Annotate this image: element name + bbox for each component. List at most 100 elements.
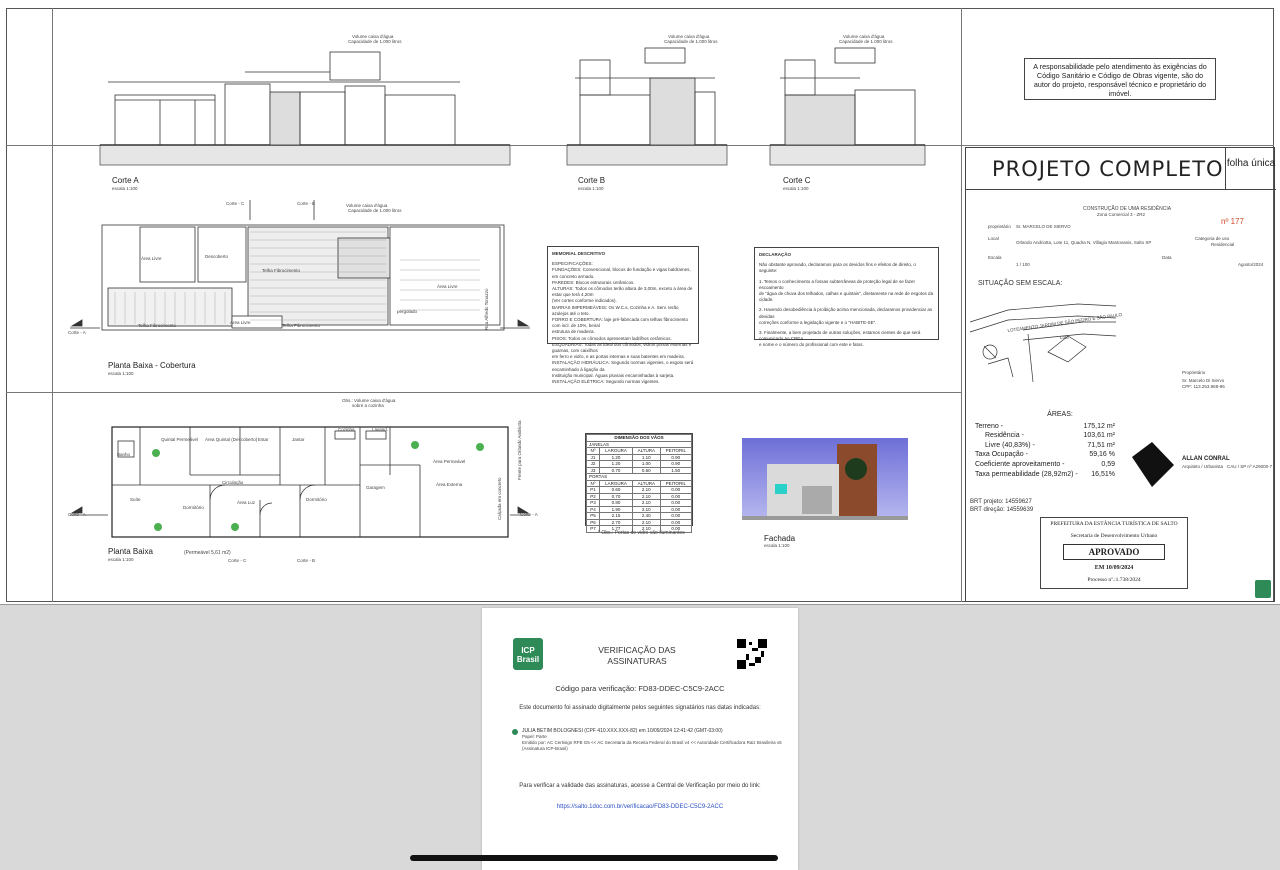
corte-a-tank-capacity: Capacidade de 1.000 litros bbox=[348, 39, 402, 44]
author-role: Arquiteto / Urbanista bbox=[1182, 464, 1224, 469]
sheet-label: folha única bbox=[1226, 148, 1276, 190]
roof-street: Rua Alfredo Tonazzo bbox=[484, 288, 489, 330]
verify-text: Para verificar a validade das assinatura… bbox=[519, 783, 761, 789]
stamp-process: Processo nº.:1.738/2024 bbox=[1087, 577, 1141, 583]
project-title: PROJETO COMPLETO bbox=[966, 148, 1226, 190]
floor-plan-title: Planta Baixa bbox=[108, 547, 153, 556]
situation-map bbox=[969, 303, 1117, 383]
area-value: 71,51 m² bbox=[1087, 441, 1115, 449]
roof-tank-capacity: Capacidade de 1.000 litros bbox=[348, 208, 402, 213]
room-label: Dormitório bbox=[183, 505, 204, 510]
room-label: Área Externa bbox=[436, 482, 463, 487]
room-label: Área Quintal (Descoberto) bbox=[205, 437, 258, 442]
divider bbox=[961, 145, 1274, 146]
declaracao-line: Não obstante aprovado, declaramos para o… bbox=[759, 262, 916, 274]
corte-a-scale: escala 1:100 bbox=[112, 186, 138, 191]
area-row: Taxa permeabilidade (28,92m2) - 16,51% bbox=[975, 470, 1115, 480]
room-label: Cozinha bbox=[338, 427, 355, 432]
room-label: Área Permeável bbox=[433, 459, 466, 464]
verification-card: ICP Brasil VERIFICAÇÃO DAS ASSINATURAS C… bbox=[482, 608, 798, 870]
area-value: 0,59 bbox=[1101, 460, 1115, 468]
floor-obs-2: sobre a cozinha bbox=[352, 403, 384, 408]
divider bbox=[6, 392, 961, 393]
area-label: Livre (40,83%) - bbox=[985, 441, 1035, 449]
fachada-window bbox=[775, 484, 787, 494]
fachada-label: Fachada bbox=[764, 534, 796, 543]
floor-calcada: Calçada em concreto bbox=[497, 477, 502, 520]
roof-label: Descoberto bbox=[205, 254, 229, 259]
declaracao-box: DECLARAÇÃO Não obstante aprovado, declar… bbox=[754, 247, 939, 347]
fachada-render bbox=[742, 438, 908, 520]
room-label: Área Luz bbox=[237, 500, 256, 505]
room-label: Garagem bbox=[366, 485, 385, 490]
category-label: Categoria de uso bbox=[1195, 236, 1230, 241]
approval-stamp: PREFEITURA DA ESTÂNCIA TURÍSTICA DE SALT… bbox=[1040, 517, 1188, 589]
room-label: Quintal Permeável bbox=[161, 437, 199, 442]
verification-code: Código para verificação: FD83-DDEC-C5C9-… bbox=[555, 684, 725, 693]
owner-sig-label: Proprietário bbox=[1182, 370, 1206, 375]
cut-marker-b-floor: Corte - B bbox=[297, 558, 316, 563]
cut-marker-a-floor: Corte - A bbox=[68, 512, 86, 517]
area-value: 59,16 % bbox=[1089, 451, 1115, 459]
signature-stamp bbox=[1122, 437, 1178, 491]
declaracao-title: DECLARAÇÃO bbox=[759, 252, 791, 257]
room-label: Dormitório bbox=[306, 497, 327, 502]
verification-intro: Este documento foi assinado digitalmente… bbox=[519, 705, 761, 711]
area-row: Taxa Ocupação - 59,16 % bbox=[975, 450, 1115, 460]
corte-c-tank-capacity: Capacidade de 1.000 litros bbox=[839, 39, 893, 44]
memorial-line: ESQUADRIAS: Todas as ideal dos cômodos, … bbox=[552, 341, 692, 354]
corte-c-scale: escala 1:100 bbox=[783, 186, 809, 191]
area-label: Taxa permeabilidade (28,92m2) - bbox=[975, 470, 1078, 478]
floor-plan-scale: escala 1:100 bbox=[108, 557, 134, 562]
roof-plan-scale: escala 1:100 bbox=[108, 371, 134, 376]
cut-marker-c: Corte - C bbox=[226, 201, 245, 206]
room-label: Lavand. bbox=[372, 427, 389, 432]
declaracao-line: correções conforme a legislação vigente … bbox=[759, 319, 877, 325]
permeable-label: (Permeável 5,61 m2) bbox=[184, 550, 231, 556]
roof-plan-drawing bbox=[70, 200, 530, 331]
fachada-scale: escala 1:100 bbox=[764, 543, 790, 548]
roof-label: Telha Fibrocimento bbox=[262, 268, 301, 273]
scale-value: 1 / 100 bbox=[1016, 262, 1030, 267]
local: Orlando Andriotta, Lote 11, Quadra N, Vi… bbox=[1016, 240, 1152, 245]
cut-marker-a: Corte - A bbox=[68, 330, 86, 335]
responsibility-note: A responsabilidade pelo atendimento às e… bbox=[1024, 58, 1216, 100]
room-label: Circulação bbox=[222, 480, 244, 485]
declaracao-line: 3. Finalmente, a bem projetado de outras… bbox=[759, 330, 921, 342]
area-label: Terreno - bbox=[975, 422, 1004, 430]
memorial-line: INSTALAÇÃO HIDRÁULICA: Segundo normas vi… bbox=[552, 360, 694, 372]
areas-table: ÁREAS: Terreno - 175,12 m² Residência - 10… bbox=[975, 410, 1115, 479]
qr-code-icon bbox=[737, 639, 767, 669]
verification-title: VERIFICAÇÃO DAS ASSINATURAS bbox=[598, 645, 676, 666]
situacao-label: SITUAÇÃO SEM ESCALA: bbox=[978, 280, 1063, 287]
declaracao-line: 2. Havendo desobediência à proibição aci… bbox=[759, 307, 933, 319]
palm-tree bbox=[845, 458, 867, 480]
divider bbox=[961, 8, 962, 602]
table-obs: * Obs.: Portas de vidro vão-iluminantes bbox=[598, 530, 685, 536]
icp-brasil-logo: ICP Brasil bbox=[513, 638, 543, 670]
area-value: 16,51% bbox=[1091, 470, 1115, 478]
signer-detail: (Assinatura ICP-Brasil) bbox=[522, 746, 568, 751]
area-row: Coeficiente aproveitamento - 0,59 bbox=[975, 460, 1115, 470]
verification-link[interactable]: https://salto.1doc.com.br/verificacao/FD… bbox=[482, 804, 798, 810]
fachada-wall bbox=[837, 444, 877, 520]
stamp-date: EM 10/09/2024 bbox=[1094, 565, 1134, 571]
roof-label: Área Livre bbox=[141, 256, 162, 261]
roof-label: Área Livre bbox=[437, 284, 458, 289]
roof-plan-title: Planta Baixa - Cobertura bbox=[108, 361, 196, 370]
roof-label: pergolado bbox=[397, 309, 418, 314]
owner-cpf: CPF: 113.253.968-96 bbox=[1182, 384, 1225, 389]
author-cau: CAU / SP nº A29000-7 bbox=[1227, 464, 1273, 469]
home-indicator[interactable] bbox=[410, 855, 778, 861]
map-lote-label: Lote bbox=[1060, 335, 1069, 340]
area-value: 175,12 m² bbox=[1083, 422, 1115, 430]
corte-c-label: Corte C bbox=[783, 176, 811, 185]
zone: Zona Comercial 3 - ZR2 bbox=[1097, 212, 1146, 217]
area-label: Residência - bbox=[985, 432, 1024, 440]
stamp-line2: Secretaria de Desenvolvimento Urbano bbox=[1070, 533, 1158, 539]
area-row: Terreno - 175,12 m² bbox=[975, 422, 1115, 432]
local-label: Local bbox=[988, 236, 999, 241]
stamp-status: APROVADO bbox=[1063, 544, 1165, 560]
area-label: Taxa Ocupação - bbox=[975, 451, 1028, 459]
room-label: Estar bbox=[258, 437, 269, 442]
